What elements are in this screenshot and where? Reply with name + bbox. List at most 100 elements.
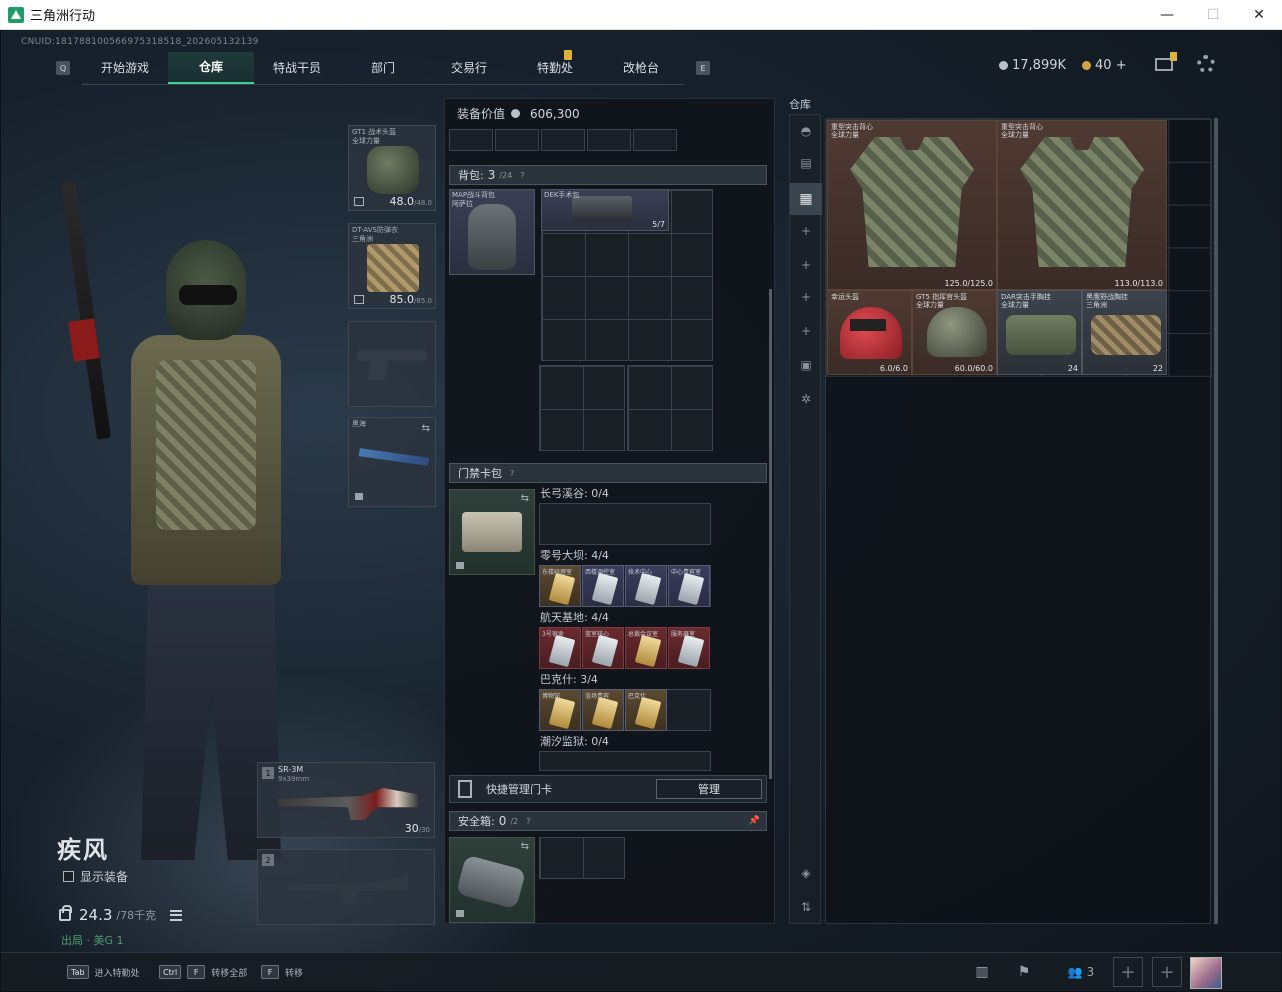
keycard[interactable]: 博物馆 <box>539 689 581 731</box>
mail-icon[interactable] <box>1155 52 1177 71</box>
swap-icon[interactable]: ⇆ <box>521 493 529 504</box>
safebox-slot[interactable]: ⇆ <box>449 837 535 923</box>
hint-transfer[interactable]: F 转移 <box>261 965 303 979</box>
chest-rig-image <box>1091 315 1161 355</box>
tab-market[interactable]: 交易行 <box>426 52 512 84</box>
primary-weapon-slot[interactable]: 1 SR-3M 9x39mm 30/30 <box>257 762 435 838</box>
keycard[interactable]: 浴场贵宾 <box>582 689 624 731</box>
tab-operators[interactable]: 特战干员 <box>254 52 340 84</box>
hint-enter-special-ops[interactable]: Tab 进入特勤处 <box>67 965 140 979</box>
backpack-slot[interactable]: MAP战斗背包 阿萨拉 <box>449 189 535 275</box>
window-title: 三角洲行动 <box>30 9 96 24</box>
warehouse-scrollbar[interactable] <box>1214 118 1218 924</box>
keycard[interactable]: 东楼经理室 <box>539 565 581 607</box>
flag-icon[interactable]: ⚑ <box>1015 963 1033 981</box>
warehouse-item[interactable]: GT5 指挥官头盔 全球力量 60.0/60.0 <box>912 290 997 375</box>
keycard[interactable]: 巴克什 <box>625 689 667 731</box>
operator-rifle <box>60 180 112 440</box>
warehouse-filter-icon[interactable]: ▦ <box>790 183 822 215</box>
backpack-pocket[interactable] <box>539 365 625 451</box>
tab-special-ops[interactable]: 特勤处 <box>512 49 598 84</box>
warehouse-item[interactable]: 重型突击背心 全球力量 125.0/125.0 <box>827 120 997 290</box>
lock-icon[interactable]: ▣ <box>798 357 814 373</box>
case-image <box>572 196 632 222</box>
rig-cell[interactable] <box>495 129 539 151</box>
tab-warehouse[interactable]: 仓库 <box>168 51 254 84</box>
next-tab-key[interactable]: E <box>696 61 710 75</box>
help-icon[interactable]: ? <box>520 171 524 180</box>
keycard-image <box>634 696 662 730</box>
keycard-row[interactable] <box>539 751 711 771</box>
rig-cell[interactable] <box>541 129 585 151</box>
warehouse-item[interactable]: 幸运头盔 6.0/6.0 <box>827 290 912 375</box>
swap-icon[interactable]: ⇆ <box>521 841 529 852</box>
rig-cell[interactable] <box>587 129 631 151</box>
secondary-weapon-slot[interactable]: 2 <box>257 849 435 925</box>
equipment-value: 装备价值 606,300 <box>457 106 580 122</box>
manage-button[interactable]: 管理 <box>656 779 762 799</box>
pistol-slot[interactable] <box>348 321 436 407</box>
weapon-filter-icon[interactable]: ▤ <box>798 155 814 171</box>
gear-icon[interactable]: ✲ <box>798 391 814 407</box>
maximize-button[interactable]: ☐ <box>1190 0 1236 30</box>
keycard[interactable]: 蓝室核心 <box>582 627 624 669</box>
squad-button[interactable]: 👥 3 <box>1063 963 1099 981</box>
avatar[interactable] <box>1190 957 1222 989</box>
keycard[interactable]: 3号宿舍 <box>539 627 581 669</box>
sort-icon[interactable]: ⇅ <box>798 899 814 915</box>
warehouse-item[interactable]: DAR突击手胸挂 全球力量 24 <box>997 290 1082 375</box>
app-logo-icon <box>8 6 24 23</box>
add-icon[interactable]: + <box>798 257 814 273</box>
melee-image <box>358 448 430 466</box>
equipment-scrollbar[interactable] <box>769 289 772 779</box>
swap-icon[interactable]: ⇆ <box>422 423 430 434</box>
keycard-case-slot[interactable]: ⇆ <box>449 489 535 575</box>
add-icon[interactable]: + <box>798 323 814 339</box>
stats-icon[interactable]: ▥ <box>973 963 991 981</box>
helmet-filter-icon[interactable]: ◓ <box>798 123 814 139</box>
minimize-button[interactable]: — <box>1144 0 1190 30</box>
gear-icon[interactable] <box>1197 55 1215 73</box>
helmet-image <box>927 307 987 357</box>
operator-vest <box>156 360 256 530</box>
tab-department[interactable]: 部门 <box>340 52 426 84</box>
pin-icon[interactable]: 📌 <box>749 816 760 826</box>
armor-slot[interactable]: DT-AVS防弹衣 三角洲 85.0/85.0 <box>348 223 436 309</box>
invite-slot-button[interactable]: + <box>1152 957 1182 987</box>
keycard[interactable]: 服务器室 <box>668 627 710 669</box>
hint-transfer-all[interactable]: Ctrl F 转移全部 <box>159 965 247 979</box>
warehouse-item[interactable]: 重型突击背心 全球力量 113.0/113.0 <box>997 120 1167 290</box>
layers-icon[interactable]: ◈ <box>798 865 814 881</box>
backpack-pocket[interactable] <box>627 365 713 451</box>
keycard[interactable]: 西楼调控室 <box>582 565 624 607</box>
lock-icon <box>355 493 363 500</box>
add-icon[interactable]: + <box>798 223 814 239</box>
keycard-image <box>677 572 705 606</box>
bottom-bar: Tab 进入特勤处 Ctrl F 转移全部 F 转移 ▥ ⚑ 👥 3 + + <box>1 952 1281 991</box>
gold-currency: 40 + <box>1082 58 1127 73</box>
warehouse-item[interactable]: 黑鹰野战胸挂 三角洲 22 <box>1082 290 1167 375</box>
help-icon[interactable]: ? <box>526 817 530 826</box>
keycard-row[interactable] <box>539 503 711 545</box>
rig-cell[interactable] <box>633 129 677 151</box>
keycard[interactable]: 中心贵宾室 <box>668 565 710 607</box>
add-gold-button[interactable]: + <box>1116 58 1127 73</box>
operator-goggles <box>179 285 237 305</box>
prev-tab-key[interactable]: Q <box>56 61 70 75</box>
close-button[interactable]: ✕ <box>1236 0 1282 30</box>
tab-gunsmith[interactable]: 改枪台 <box>598 52 684 84</box>
help-icon[interactable]: ? <box>510 469 514 478</box>
helmet-slot[interactable]: GT1 战术头盔 全球力量 48.0/48.0 <box>348 125 436 211</box>
show-gear-checkbox[interactable] <box>63 871 74 882</box>
backpack-item[interactable]: DEK手术包 5/7 <box>541 189 669 231</box>
melee-slot[interactable]: 黑海 ⇆ <box>348 417 436 507</box>
list-icon[interactable] <box>170 909 183 921</box>
add-icon[interactable]: + <box>798 289 814 305</box>
keycard[interactable]: 总裁会议室 <box>625 627 667 669</box>
show-gear-toggle[interactable]: 显示装备 <box>63 868 128 885</box>
keycard[interactable]: 技术中心 <box>625 565 667 607</box>
tab-start-game[interactable]: 开始游戏 <box>82 52 168 84</box>
rig-cell[interactable] <box>449 129 493 151</box>
safebox-grid[interactable] <box>539 837 625 879</box>
invite-slot-button[interactable]: + <box>1113 957 1143 987</box>
